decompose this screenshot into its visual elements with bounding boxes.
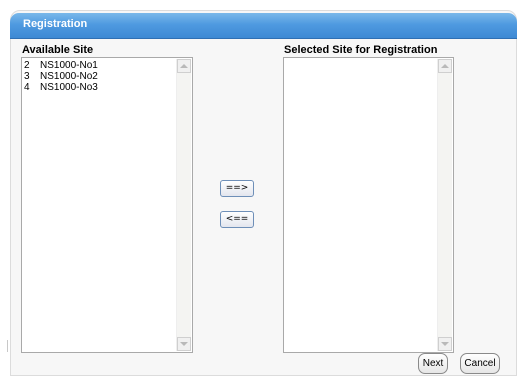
remove-site-button[interactable]: <== (220, 211, 254, 228)
list-item[interactable]: 4 NS1000-No3 (24, 82, 172, 93)
scroll-down-button[interactable] (438, 337, 452, 351)
chevron-down-icon (441, 342, 449, 346)
selected-list-scrollbar[interactable] (437, 59, 452, 351)
list-item[interactable]: 2 NS1000-No1 (24, 60, 172, 71)
chevron-up-icon (180, 64, 188, 68)
selected-site-label: Selected Site for Registration (284, 44, 438, 56)
selected-site-list[interactable] (283, 57, 454, 353)
cancel-button[interactable]: Cancel (460, 353, 500, 374)
chevron-down-icon (180, 342, 188, 346)
available-list-scrollbar[interactable] (176, 59, 191, 351)
available-site-list[interactable]: 2 NS1000-No1 3 NS1000-No2 4 NS1000-No3 (21, 57, 193, 353)
scroll-down-button[interactable] (177, 337, 191, 351)
available-site-label: Available Site (22, 44, 94, 56)
scroll-up-button[interactable] (438, 59, 452, 73)
list-item[interactable]: 3 NS1000-No2 (24, 71, 172, 82)
panel-title: Registration (23, 18, 88, 30)
next-button[interactable]: Next (418, 353, 448, 374)
add-site-button[interactable]: ==> (220, 180, 254, 197)
scroll-up-button[interactable] (177, 59, 191, 73)
panel-edge-mark (7, 340, 8, 352)
chevron-up-icon (441, 64, 449, 68)
